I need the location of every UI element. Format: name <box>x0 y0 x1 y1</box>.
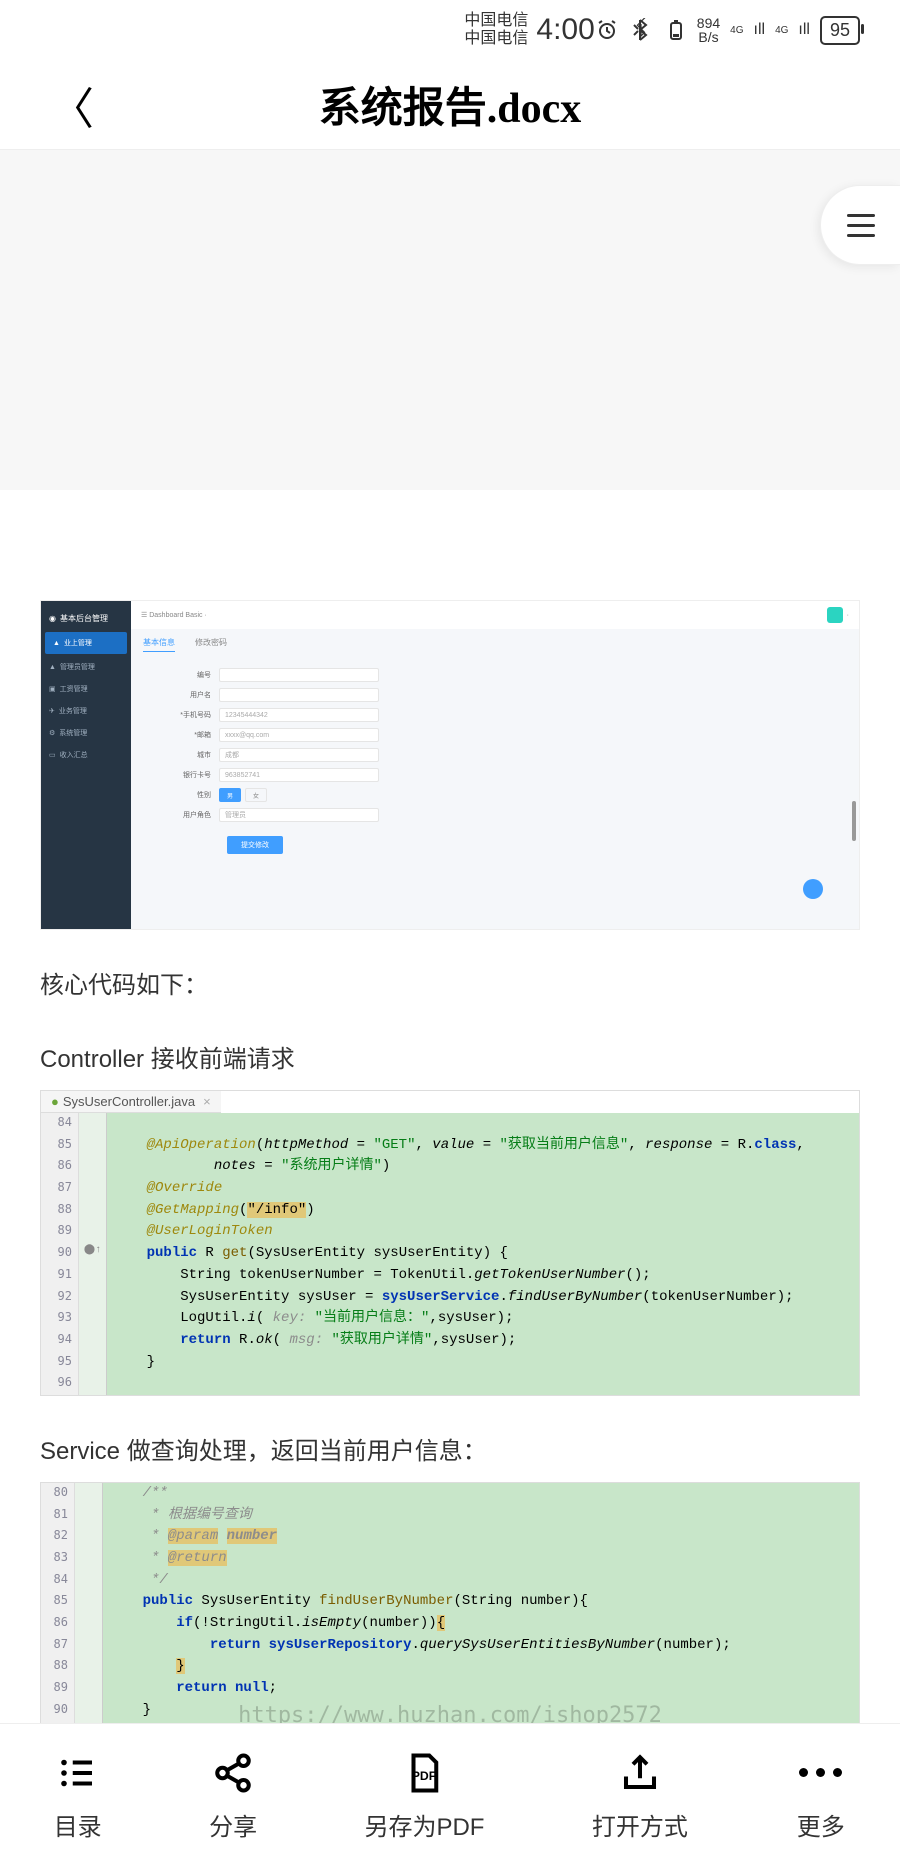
clock-text: 4:00 <box>536 13 594 47</box>
battery-text: 95 <box>820 16 860 45</box>
svg-text:PDF: PDF <box>412 1769 437 1783</box>
net-4g-2: 4G <box>775 25 788 36</box>
signal-icon-2: ıll <box>798 21 810 39</box>
bottom-toolbar: 目录 分享 PDF 另存为PDF 打开方式 更多 <box>0 1723 900 1858</box>
core-code-heading: 核心代码如下： <box>40 968 860 1004</box>
alarm-icon <box>595 18 619 42</box>
save-pdf-button[interactable]: PDF 另存为PDF <box>364 1751 484 1842</box>
battery-icon <box>663 18 687 42</box>
document-content: ◉基本后台管理 ▲业上管理 ▲管理员管理 ▣工资管理 ✈业务管理 ⚙系统管理 ▭… <box>0 150 900 1854</box>
toc-button[interactable]: 目录 <box>54 1751 102 1842</box>
bluetooth-icon <box>629 18 653 42</box>
side-menu-button[interactable] <box>820 185 900 265</box>
share-icon <box>212 1751 254 1795</box>
more-button[interactable]: 更多 <box>795 1751 846 1842</box>
signal-icon-1: ıll <box>754 21 766 39</box>
back-button[interactable]: 〈 <box>50 73 94 137</box>
list-icon <box>57 1751 99 1795</box>
carrier-text: 中国电信 中国电信 <box>464 12 528 47</box>
code-file-tab: ●SysUserController.java× <box>41 1091 221 1113</box>
avatar-icon <box>827 607 843 623</box>
title-bar: 〈 系统报告.docx <box>0 60 900 150</box>
code-block-2: 80 /** 81 * 根据编号查询 82 * @param number 83… <box>40 1482 860 1744</box>
status-bar: 中国电信 中国电信 4:00 894 B/s 4G ıll 4G ıll 95 <box>0 0 900 60</box>
share-button[interactable]: 分享 <box>209 1751 257 1842</box>
hamburger-icon <box>847 214 875 237</box>
data-rate: 894 B/s <box>697 16 720 44</box>
admin-sidebar: ◉基本后台管理 ▲业上管理 ▲管理员管理 ▣工资管理 ✈业务管理 ⚙系统管理 ▭… <box>41 601 131 929</box>
open-icon <box>619 1751 661 1795</box>
open-with-button[interactable]: 打开方式 <box>592 1751 688 1842</box>
more-icon <box>795 1751 846 1795</box>
controller-heading: Controller 接收前端请求 <box>40 1042 860 1078</box>
admin-panel-screenshot: ◉基本后台管理 ▲业上管理 ▲管理员管理 ▣工资管理 ✈业务管理 ⚙系统管理 ▭… <box>40 600 860 930</box>
code-block-1: ●SysUserController.java× 84 85 @ApiOpera… <box>40 1090 860 1396</box>
page-title: 系统报告.docx <box>94 74 806 135</box>
pdf-icon: PDF <box>403 1751 445 1795</box>
service-heading: Service 做查询处理，返回当前用户信息： <box>40 1434 860 1470</box>
net-4g-1: 4G <box>730 25 743 36</box>
